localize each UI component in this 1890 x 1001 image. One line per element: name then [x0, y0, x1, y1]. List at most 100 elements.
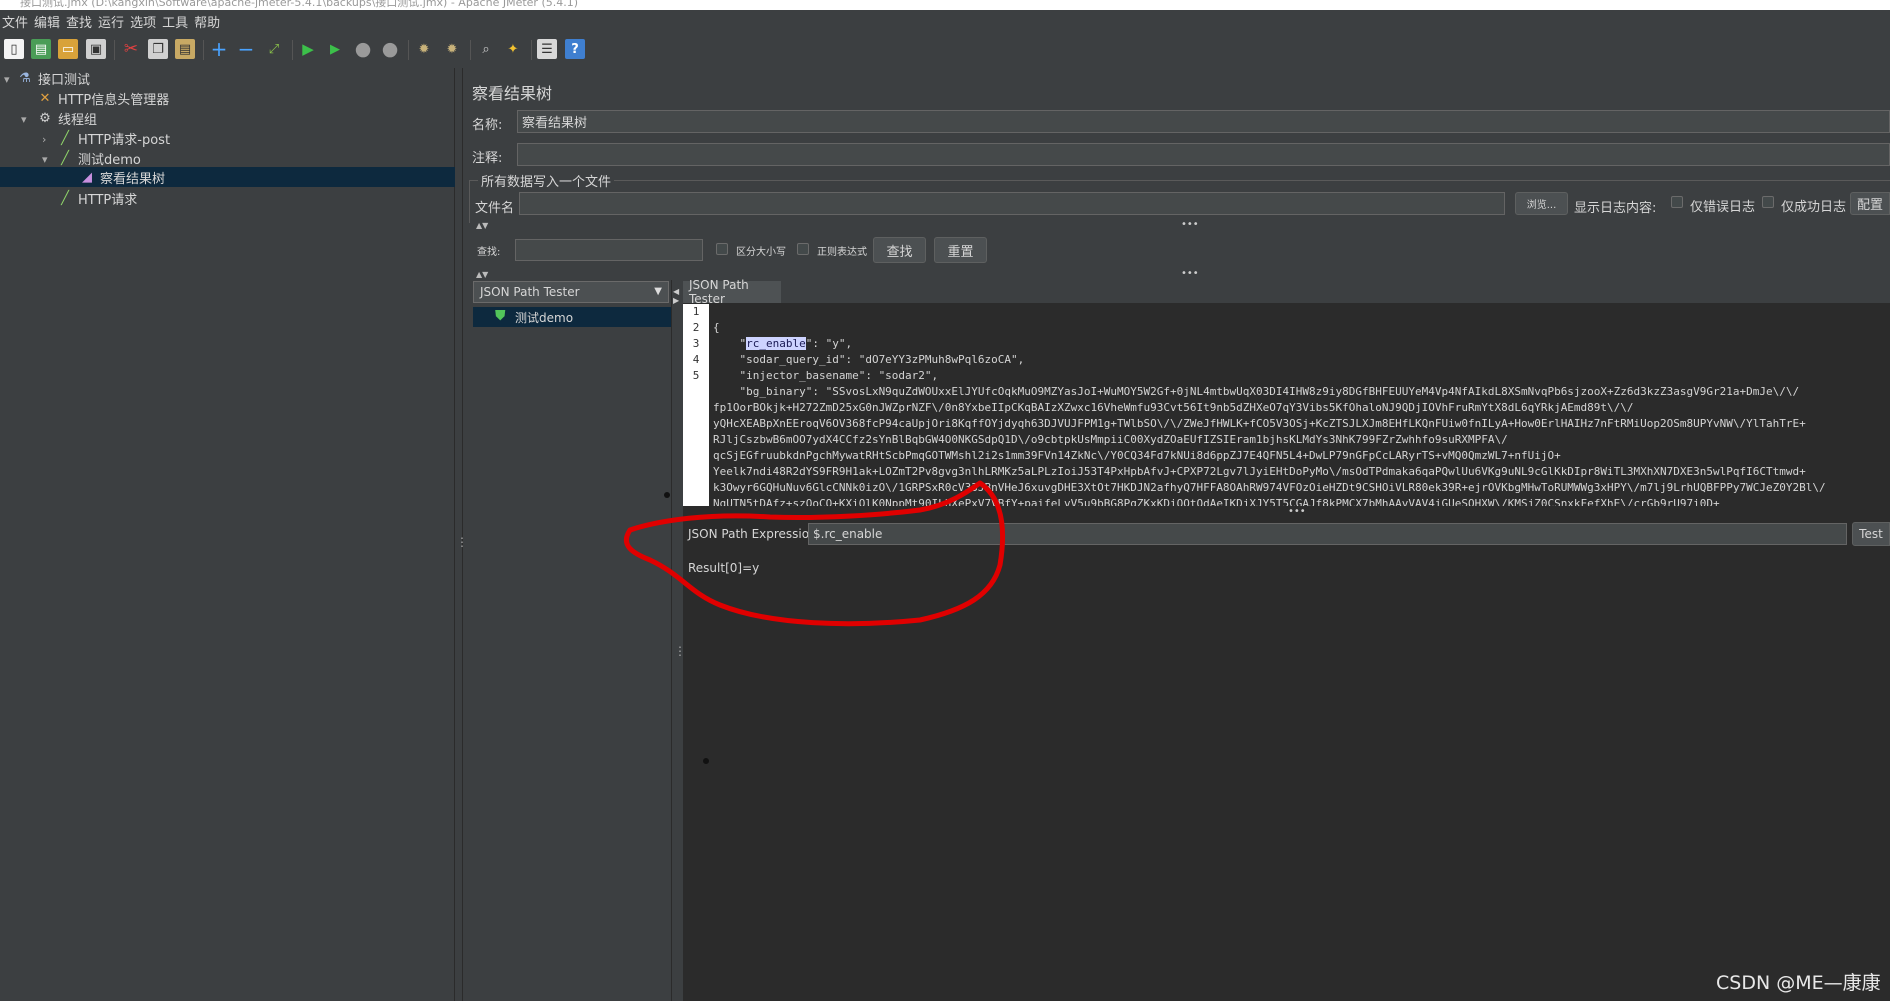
reset-button[interactable]: 重置: [934, 237, 987, 263]
case-sensitive-label: 区分大小写: [736, 247, 786, 258]
menu-file[interactable]: 文件: [0, 12, 32, 31]
collapse-arrows-icon[interactable]: ◀ ▶: [673, 287, 679, 305]
splitter-grip-icon[interactable]: •••: [1181, 219, 1199, 230]
errors-only-checkbox[interactable]: [1671, 196, 1683, 208]
tree-node-thread-group[interactable]: ⚙ 线程组: [36, 108, 97, 128]
comment-field[interactable]: [517, 143, 1890, 166]
file-group-title: 所有数据写入一个文件: [478, 171, 615, 190]
search-highlight: rc_enable: [746, 337, 806, 350]
toolbar-separator: [292, 40, 293, 60]
collapse-icon[interactable]: −: [236, 37, 256, 61]
search-icon[interactable]: ⌕: [476, 39, 496, 59]
renderer-select[interactable]: JSON Path Tester ▼: [473, 281, 669, 303]
configure-button[interactable]: 配置: [1850, 192, 1890, 215]
start-no-pause-icon[interactable]: ▶: [325, 39, 345, 59]
regex-label: 正则表达式: [817, 247, 867, 258]
test-button[interactable]: Test: [1852, 522, 1890, 546]
tree-node-label: 线程组: [58, 112, 98, 128]
code-line: "injector_basename": "sodar2",: [713, 369, 939, 382]
tree-node-header-manager[interactable]: ✕ HTTP信息头管理器: [36, 88, 170, 108]
tree-node-label: 测试demo: [78, 152, 141, 168]
tree-node-test-demo[interactable]: ╱ 测试demo: [56, 148, 141, 168]
splitter-grip-icon[interactable]: •••: [1181, 268, 1199, 279]
results-divider: [671, 280, 672, 1001]
clear-all-icon[interactable]: ✹: [442, 39, 462, 59]
tab-json-path-tester[interactable]: JSON Path Tester: [683, 278, 781, 306]
menu-search[interactable]: 查找: [64, 12, 96, 31]
chevron-right-icon[interactable]: ›: [42, 133, 46, 146]
code-line: "bg_binary": "SSvosLxN9quZdWOUxxElJYUfcO…: [713, 385, 1800, 398]
save-icon[interactable]: ▣: [86, 39, 106, 59]
tree-splitter[interactable]: ⋮: [455, 68, 468, 1001]
tree-node-view-results-tree[interactable]: ◢ 察看结果树: [78, 167, 165, 187]
search-input[interactable]: [515, 239, 703, 261]
success-shield-icon: ⛊: [495, 308, 506, 324]
chevron-down-icon[interactable]: ▾: [42, 153, 48, 166]
tree-node-label: HTTP请求-post: [78, 132, 171, 148]
clear-icon[interactable]: ✹: [414, 39, 434, 59]
collapse-arrows-icon[interactable]: ▲▼: [476, 270, 488, 279]
toolbar-separator: [203, 40, 204, 60]
success-only-label: 仅成功日志: [1781, 200, 1847, 215]
browse-button[interactable]: 浏览...: [1515, 192, 1568, 215]
errors-only-label: 仅错误日志: [1690, 200, 1756, 215]
menu-options[interactable]: 选项: [128, 12, 160, 31]
sample-result-row[interactable]: ⛊ 测试demo: [473, 307, 671, 327]
chevron-down-icon[interactable]: ▾: [21, 113, 27, 126]
page-title: 察看结果树: [472, 84, 553, 103]
name-label: 名称:: [472, 118, 503, 133]
success-only-checkbox[interactable]: [1762, 196, 1774, 208]
code-line: "rc_enable": "y",: [713, 337, 853, 350]
toolbar-separator: [470, 40, 471, 60]
pipette-icon: ╱: [61, 150, 69, 166]
open-icon[interactable]: ▭: [58, 39, 78, 59]
flask-icon: ⚗: [19, 70, 31, 86]
paste-icon[interactable]: ▤: [175, 39, 195, 59]
code-line: yQHcXEABpXnEEroqV6OV368fcP94caUpjOri8Kqf…: [713, 417, 1806, 430]
watermark: CSDN @ME—康康: [1716, 972, 1881, 994]
tree-node-http-request[interactable]: ╱ HTTP请求: [56, 188, 137, 208]
name-field[interactable]: 察看结果树: [517, 110, 1890, 133]
find-button[interactable]: 查找: [873, 237, 926, 263]
menu-tools[interactable]: 工具: [160, 12, 192, 31]
splitter-grip-icon: ⋮: [456, 535, 468, 549]
filename-label: 文件名: [475, 201, 515, 216]
collapse-arrows-icon[interactable]: ▲▼: [476, 221, 488, 230]
copy-icon[interactable]: ❐: [148, 39, 168, 59]
renderer-select-value: JSON Path Tester: [480, 285, 580, 299]
chevron-down-icon[interactable]: ▾: [4, 73, 10, 86]
templates-icon[interactable]: ▤: [31, 39, 51, 59]
expand-icon[interactable]: +: [209, 37, 229, 61]
splitter-grip-icon[interactable]: •••: [1288, 506, 1306, 517]
regex-checkbox[interactable]: [797, 243, 809, 255]
stop-icon[interactable]: ●: [353, 38, 373, 60]
cut-icon[interactable]: ✂: [121, 39, 141, 59]
gear-icon: ⚙: [39, 110, 51, 126]
reset-search-icon[interactable]: ✦: [503, 39, 523, 59]
case-sensitive-checkbox[interactable]: [716, 243, 728, 255]
sample-result-label: 测试demo: [515, 311, 574, 325]
new-icon[interactable]: ▯: [4, 39, 24, 59]
function-helper-icon[interactable]: ☰: [537, 39, 557, 59]
menu-edit[interactable]: 编辑: [32, 12, 64, 31]
help-icon[interactable]: ?: [565, 39, 585, 59]
shutdown-icon[interactable]: ●: [380, 38, 400, 60]
stray-dot: [703, 758, 709, 764]
code-line: qcSjEGfruubkdnPgchMywatRHtScbPmqGOTWMshl…: [713, 449, 1561, 462]
tree-node-test-plan[interactable]: ⚗ 接口测试: [16, 68, 90, 88]
tree-node-label: HTTP信息头管理器: [58, 92, 170, 108]
line-number: 3: [692, 337, 700, 350]
menu-run[interactable]: 运行: [96, 12, 128, 31]
tree-node-http-request-post[interactable]: ╱ HTTP请求-post: [56, 128, 170, 148]
start-icon[interactable]: ▶: [298, 39, 318, 59]
tree-node-label: 察看结果树: [100, 171, 166, 187]
menu-help[interactable]: 帮助: [192, 12, 224, 31]
wrench-icon: ✕: [39, 90, 51, 106]
code-line: fp1OorBOkjk+H272ZmD25xG0nJWZprNZF\/0n8Yx…: [713, 401, 1634, 414]
pipette-icon: ╱: [61, 190, 69, 206]
line-number: 4: [692, 353, 700, 366]
line-number: 1: [692, 305, 700, 318]
filename-field[interactable]: [519, 192, 1505, 215]
code-line: RJljCszbwB6mOO7ydX4CCfz2sYnBlBqbGW4O0NKG…: [713, 433, 1508, 446]
toggle-icon[interactable]: ⤢: [264, 39, 284, 59]
